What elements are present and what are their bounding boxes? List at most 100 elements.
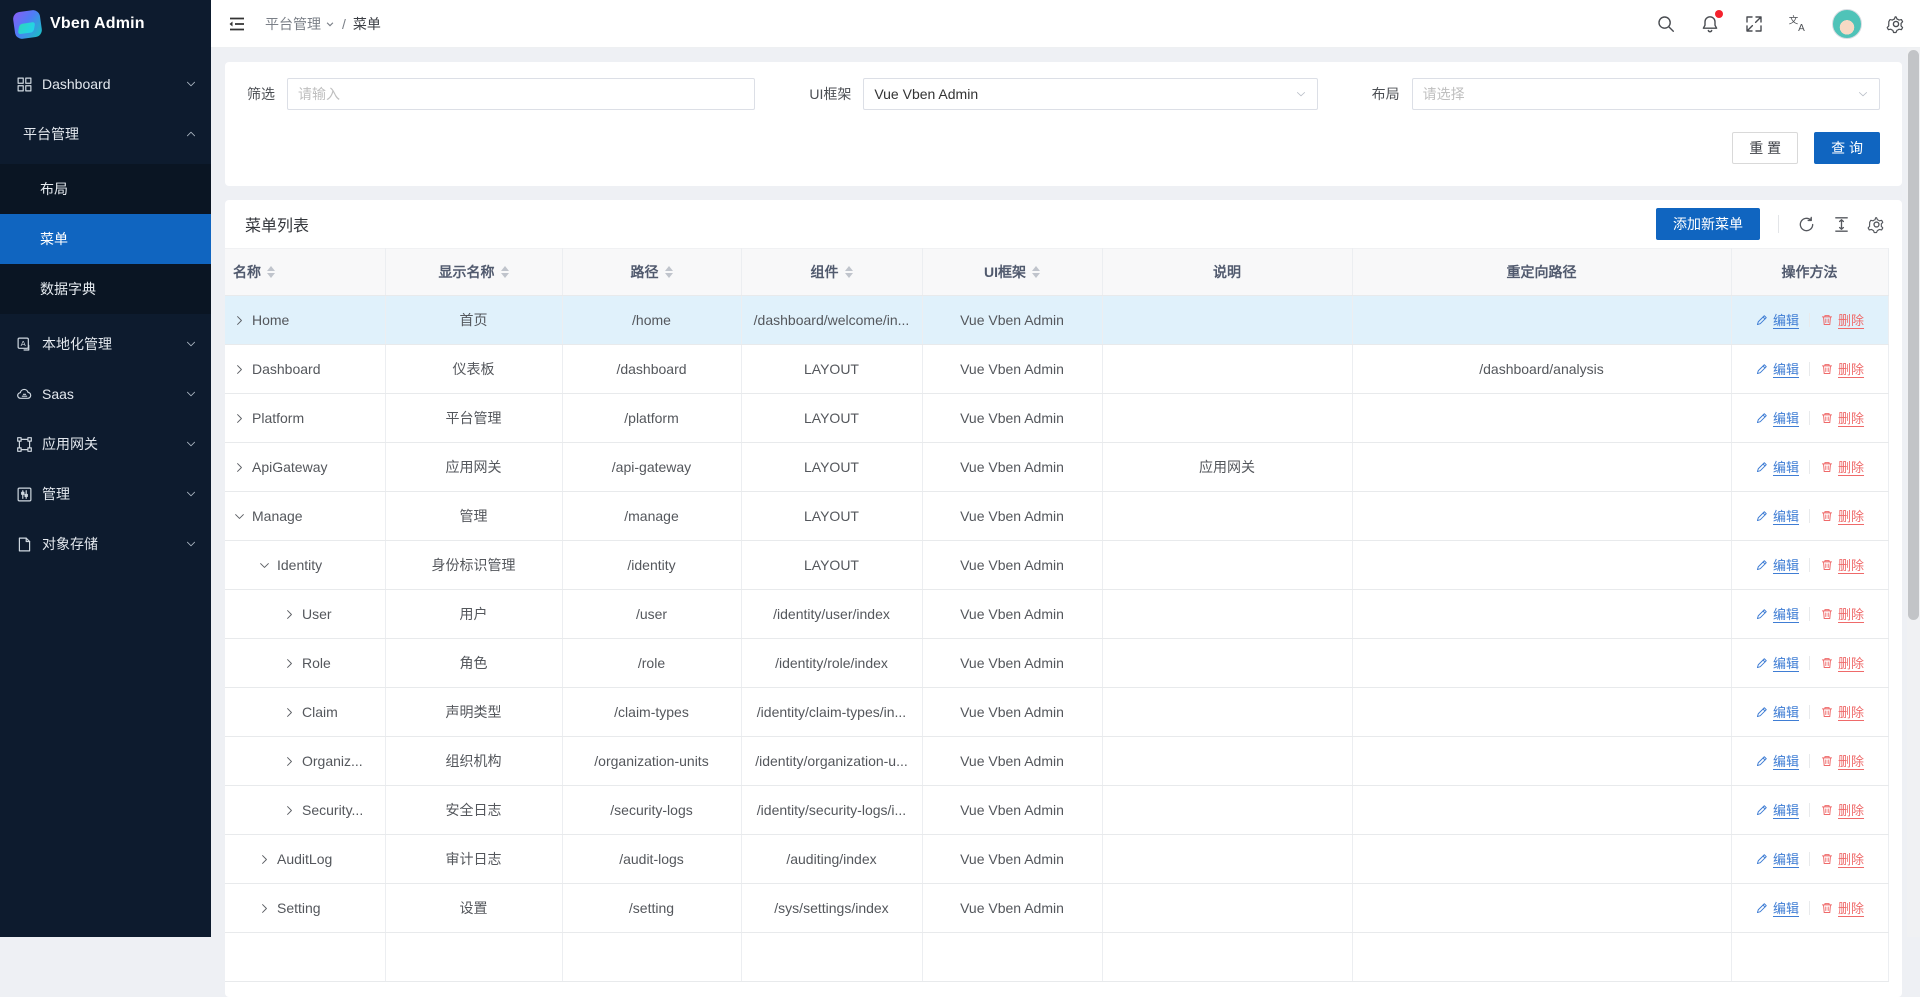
sidebar-item-data-dictionary[interactable]: 数据字典 xyxy=(0,264,211,314)
search-button[interactable] xyxy=(1656,14,1676,34)
chevron-right[interactable] xyxy=(283,657,296,670)
sort-carets-icon[interactable] xyxy=(267,266,275,278)
language-button[interactable]: 文A xyxy=(1788,14,1808,34)
page-scrollbar[interactable] xyxy=(1907,48,1920,937)
edit-button[interactable]: 编辑 xyxy=(1755,408,1799,427)
delete-icon xyxy=(1820,852,1834,866)
delete-button[interactable]: 删除 xyxy=(1820,653,1864,672)
table-row-claim[interactable]: Claim声明类型/claim-types/identity/claim-typ… xyxy=(225,688,1888,737)
refresh-button[interactable] xyxy=(1797,215,1816,234)
table-row-identity[interactable]: Identity身份标识管理/identityLAYOUTVue Vben Ad… xyxy=(225,541,1888,590)
chevron-right[interactable] xyxy=(283,706,296,719)
chevron-right[interactable] xyxy=(258,853,271,866)
chevron-right[interactable] xyxy=(258,902,271,915)
keyword-input[interactable]: 请输入 xyxy=(287,78,755,110)
table-row-dashboard[interactable]: Dashboard仪表板/dashboardLAYOUTVue Vben Adm… xyxy=(225,345,1888,394)
chevron-right[interactable] xyxy=(283,804,296,817)
table-row[interactable] xyxy=(225,933,1888,982)
column-header-0[interactable]: 名称 xyxy=(225,249,385,296)
app-logo[interactable]: Vben Admin xyxy=(0,0,211,48)
edit-button[interactable]: 编辑 xyxy=(1755,800,1799,819)
column-header-2[interactable]: 路径 xyxy=(562,249,741,296)
delete-button[interactable]: 删除 xyxy=(1820,506,1864,525)
table-row-setting[interactable]: Setting设置/setting/sys/settings/indexVue … xyxy=(225,884,1888,933)
sidebar-item-localization[interactable]: A本地化管理 xyxy=(0,324,211,364)
ui-framework-select[interactable]: Vue Vben Admin xyxy=(863,78,1317,110)
table-row-security[interactable]: Security...安全日志/security-logs/identity/s… xyxy=(225,786,1888,835)
delete-button[interactable]: 删除 xyxy=(1820,555,1864,574)
edit-button[interactable]: 编辑 xyxy=(1755,849,1799,868)
sidebar-item-menu[interactable]: 菜单 xyxy=(0,214,211,264)
sidebar-item-api-gateway[interactable]: 应用网关 xyxy=(0,424,211,464)
chevron-right[interactable] xyxy=(233,314,246,327)
settings-button[interactable] xyxy=(1886,14,1906,34)
table-row-home[interactable]: Home首页/home/dashboard/welcome/in...Vue V… xyxy=(225,296,1888,345)
edit-button[interactable]: 编辑 xyxy=(1755,555,1799,574)
fullscreen-button[interactable] xyxy=(1744,14,1764,34)
avatar[interactable] xyxy=(1832,9,1862,39)
edit-button[interactable]: 编辑 xyxy=(1755,457,1799,476)
delete-button[interactable]: 删除 xyxy=(1820,800,1864,819)
breadcrumb-parent[interactable]: 平台管理 xyxy=(265,14,335,34)
edit-button[interactable]: 编辑 xyxy=(1755,751,1799,770)
delete-button[interactable]: 删除 xyxy=(1820,310,1864,329)
edit-button[interactable]: 编辑 xyxy=(1755,702,1799,721)
delete-button[interactable]: 删除 xyxy=(1820,702,1864,721)
sidebar-item-manage[interactable]: 管理 xyxy=(0,474,211,514)
column-header-4[interactable]: UI框架 xyxy=(922,249,1102,296)
delete-button[interactable]: 删除 xyxy=(1820,457,1864,476)
sidebar-item-layout[interactable]: 布局 xyxy=(0,164,211,214)
delete-button[interactable]: 删除 xyxy=(1820,849,1864,868)
edit-button[interactable]: 编辑 xyxy=(1755,653,1799,672)
table-row-manage[interactable]: Manage管理/manageLAYOUTVue Vben Admin编辑删除 xyxy=(225,492,1888,541)
sidebar-item-object-storage[interactable]: 对象存储 xyxy=(0,524,211,564)
column-settings-button[interactable] xyxy=(1867,215,1886,234)
edit-icon xyxy=(1755,607,1769,621)
column-label: 组件 xyxy=(811,262,839,282)
edit-button[interactable]: 编辑 xyxy=(1755,604,1799,623)
sidebar-collapse-icon[interactable] xyxy=(227,14,247,34)
delete-button[interactable]: 删除 xyxy=(1820,359,1864,378)
sidebar-item-dashboard[interactable]: Dashboard xyxy=(0,64,211,104)
row-name: Home xyxy=(252,312,289,328)
edit-button[interactable]: 编辑 xyxy=(1755,506,1799,525)
chevron-right[interactable] xyxy=(283,755,296,768)
column-header-1[interactable]: 显示名称 xyxy=(385,249,562,296)
notifications-button[interactable] xyxy=(1700,14,1720,34)
chevron-right[interactable] xyxy=(233,363,246,376)
edit-button[interactable]: 编辑 xyxy=(1755,898,1799,917)
edit-button[interactable]: 编辑 xyxy=(1755,310,1799,329)
table-row-platform[interactable]: Platform平台管理/platformLAYOUTVue Vben Admi… xyxy=(225,394,1888,443)
column-header-3[interactable]: 组件 xyxy=(741,249,922,296)
edit-button[interactable]: 编辑 xyxy=(1755,359,1799,378)
sort-carets-icon[interactable] xyxy=(1032,266,1040,278)
delete-button[interactable]: 删除 xyxy=(1820,604,1864,623)
sidebar-item-saas[interactable]: Saas xyxy=(0,374,211,414)
table-row-user[interactable]: User用户/user/identity/user/indexVue Vben … xyxy=(225,590,1888,639)
chevron-right[interactable] xyxy=(283,608,296,621)
table-row-role[interactable]: Role角色/role/identity/role/indexVue Vben … xyxy=(225,639,1888,688)
sort-carets-icon[interactable] xyxy=(665,266,673,278)
reset-button[interactable]: 重 置 xyxy=(1732,132,1798,164)
table-row-apigateway[interactable]: ApiGateway应用网关/api-gatewayLAYOUTVue Vben… xyxy=(225,443,1888,492)
chevron-down[interactable] xyxy=(233,510,246,523)
add-menu-button[interactable]: 添加新菜单 xyxy=(1656,208,1760,240)
delete-button[interactable]: 删除 xyxy=(1820,408,1864,427)
chevron-down[interactable] xyxy=(258,559,271,572)
layout-select[interactable]: 请选择 xyxy=(1412,78,1880,110)
row-height-button[interactable] xyxy=(1832,215,1851,234)
table-row-auditlog[interactable]: AuditLog审计日志/audit-logs/auditing/indexVu… xyxy=(225,835,1888,884)
row-height-icon xyxy=(1832,215,1851,234)
delete-button[interactable]: 删除 xyxy=(1820,751,1864,770)
sort-carets-icon[interactable] xyxy=(845,266,853,278)
sidebar-item-platform-management[interactable]: 平台管理 xyxy=(0,114,211,154)
cell-redirect xyxy=(1352,639,1731,688)
scrollbar-thumb[interactable] xyxy=(1908,50,1919,620)
table-row-organiz[interactable]: Organiz...组织机构/organization-units/identi… xyxy=(225,737,1888,786)
sort-carets-icon[interactable] xyxy=(501,266,509,278)
chevron-right[interactable] xyxy=(233,461,246,474)
search-button[interactable]: 查 询 xyxy=(1814,132,1880,164)
breadcrumb-current: 菜单 xyxy=(353,14,381,34)
delete-button[interactable]: 删除 xyxy=(1820,898,1864,917)
chevron-right[interactable] xyxy=(233,412,246,425)
